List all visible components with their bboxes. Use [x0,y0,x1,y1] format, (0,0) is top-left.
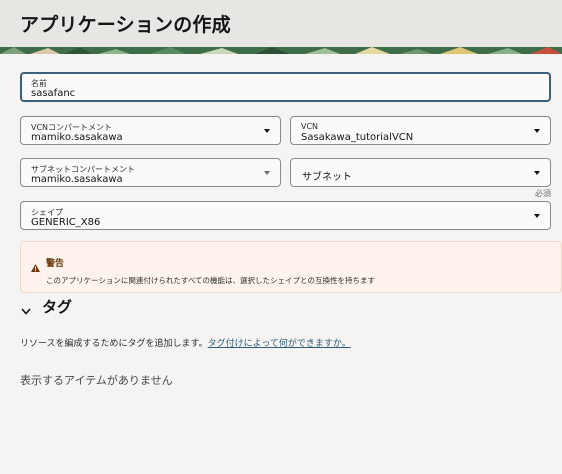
chevron-down-icon [534,171,540,175]
required-note: 必須 [535,189,551,198]
shape-select[interactable]: シェイプ GENERIC_X86 [20,201,551,230]
shape-value: GENERIC_X86 [31,217,101,228]
subnet-compartment-select[interactable]: サブネットコンパートメント mamiko.sasakawa [20,158,281,187]
vcn-value: Sasakawa_tutorialVCN [301,132,414,143]
page-title: アプリケーションの作成 [20,14,231,36]
decorative-banner [0,47,562,54]
chevron-down-icon [534,214,540,218]
subnet-compartment-value: mamiko.sasakawa [31,174,123,185]
name-value: sasafanc [31,88,76,99]
subnet-placeholder: サブネット [302,172,352,183]
vcn-compartment-select[interactable]: VCNコンパートメント mamiko.sasakawa [20,116,281,145]
subnet-select[interactable]: サブネット [290,158,551,187]
vcn-select[interactable]: VCN Sasakawa_tutorialVCN [290,116,551,145]
warning-text: このアプリケーションに関連付けられたすべての機能は、選択したシェイプとの互換性を… [46,276,375,285]
empty-state-text: 表示するアイテムがありません [20,374,173,387]
page-header: アプリケーションの作成 [0,0,562,47]
tags-help-link[interactable]: タグ付けによって何ができますか。 [208,339,351,349]
warning-title: 警告 [46,259,65,269]
name-field[interactable]: 名前 sasafanc [20,72,551,102]
vcn-label: VCN [301,122,319,131]
vcn-compartment-value: mamiko.sasakawa [31,132,123,143]
warning-icon [31,257,40,276]
chevron-down-icon [21,300,31,319]
chevron-down-icon [264,129,270,133]
warning-message: 警告 このアプリケーションに関連付けられたすべての機能は、選択したシェイプとの互… [20,241,562,293]
tags-title: タグ [42,298,73,316]
chevron-down-icon [534,129,540,133]
chevron-down-icon [264,171,270,175]
tags-description-text: リソースを編成するためにタグを追加します。 [20,339,208,349]
tags-description: リソースを編成するためにタグを追加します。タグ付けによって何ができますか。 [20,336,351,349]
